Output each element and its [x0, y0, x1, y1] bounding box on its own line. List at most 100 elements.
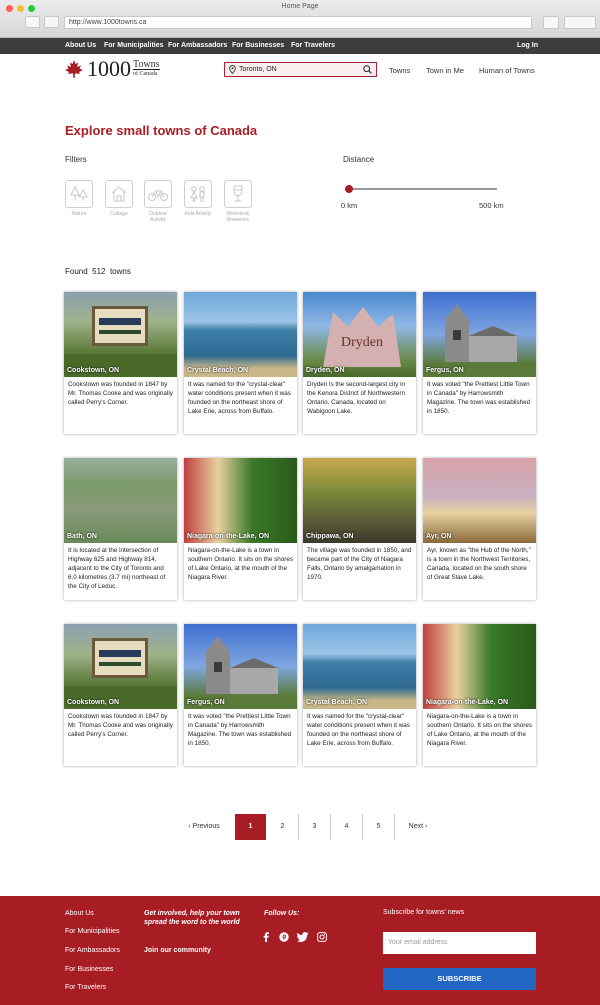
town-name: Dryden, ON — [306, 367, 345, 374]
divider — [394, 814, 395, 840]
page-3-button[interactable]: 3 — [299, 814, 330, 840]
filter-kids-label: Kids Activity — [184, 211, 212, 217]
share-button[interactable] — [543, 16, 559, 29]
town-name: Cookstown, ON — [67, 699, 120, 706]
join-community-link[interactable]: Join our community — [144, 947, 211, 954]
town-description: It was named for the "crystal-clear" wat… — [307, 713, 410, 747]
footer-link-municipalities[interactable]: For Municipalities — [65, 928, 119, 935]
filter-wineries-breweries[interactable]: Wineries& Breweries — [224, 180, 252, 223]
wine-glass-icon — [233, 185, 243, 202]
town-photo: Bath, ON — [64, 458, 177, 543]
town-card[interactable]: Cookstown, ON Cookstown was founded in 1… — [64, 292, 177, 434]
forward-button[interactable] — [44, 16, 59, 28]
footer-link-ambassadors[interactable]: For Ambassadors — [65, 947, 120, 954]
town-name: Fergus, ON — [426, 367, 464, 374]
instagram-icon[interactable] — [317, 932, 327, 942]
follow-us-label: Follow Us: — [264, 910, 300, 917]
window-title: Home Page — [281, 3, 319, 10]
town-photo: Cookstown, ON — [64, 292, 177, 377]
town-card[interactable]: Cookstown, ON Cookstown was founded in 1… — [64, 624, 177, 766]
town-description: Ayr, known as "the Hub of the North," is… — [427, 547, 531, 581]
site-logo[interactable]: 1000 Towns of Canada — [64, 58, 160, 80]
topnav-about-us[interactable]: About Us — [65, 38, 96, 54]
location-search-input[interactable]: Toronto, ON — [224, 62, 377, 77]
distance-label: Distance — [343, 155, 375, 164]
previous-page-button[interactable]: ‹ Previous — [184, 814, 224, 840]
tabs-button[interactable] — [564, 16, 596, 29]
svg-text:Dryden: Dryden — [341, 335, 383, 350]
page-1-button[interactable]: 1 — [235, 814, 266, 840]
town-photo: Crystal Beach, ON — [184, 292, 297, 377]
town-card[interactable]: Dryden Dryden, ON Dryden is the second-l… — [303, 292, 416, 434]
topnav-for-businesses[interactable]: For Businesses — [232, 38, 284, 54]
nav-towns[interactable]: Towns — [389, 66, 410, 75]
town-card[interactable]: Niagara-on-the-Lake, ON Niagara-on-the-L… — [184, 458, 297, 600]
town-card[interactable]: Chippawa, ON The village was founded in … — [303, 458, 416, 600]
town-card[interactable]: Fergus, ON It was voted "the Prettiest L… — [184, 624, 297, 766]
distance-slider-handle[interactable] — [345, 185, 353, 193]
distance-slider-track[interactable] — [349, 188, 497, 190]
logo-text: Towns of Canada — [133, 59, 160, 78]
page-4-button[interactable]: 4 — [331, 814, 362, 840]
footer-link-travelers[interactable]: For Travelers — [65, 984, 106, 991]
town-description: The village was founded in 1850, and bec… — [307, 547, 412, 581]
login-link[interactable]: Log In — [517, 38, 538, 54]
town-card[interactable]: Crystal Beach, ON It was named for the "… — [303, 624, 416, 766]
town-description: It is located at the intersection of Hig… — [68, 547, 166, 590]
town-name: Niagara-on-the-Lake, ON — [187, 533, 270, 540]
previous-label: Previous — [192, 823, 220, 830]
town-name: Crystal Beach, ON — [187, 367, 249, 374]
filter-outdoor-activity[interactable]: Outdoor Activity — [144, 180, 172, 223]
location-pin-icon — [229, 65, 236, 74]
town-photo: Niagara-on-the-Lake, ON — [184, 458, 297, 543]
town-card[interactable]: Niagara-on-the-Lake, ON Niagara-on-the-L… — [423, 624, 536, 766]
nav-town-in-me[interactable]: Town in Me — [426, 66, 464, 75]
subscribe-button[interactable]: SUBSCRIBE — [383, 968, 536, 990]
found-prefix: Found — [65, 267, 88, 276]
town-photo: Cookstown, ON — [64, 624, 177, 709]
dryden-sign-image: Dryden — [323, 307, 401, 367]
trees-icon — [70, 185, 88, 201]
topnav-for-travelers[interactable]: For Travelers — [291, 38, 335, 54]
facebook-icon[interactable] — [262, 932, 270, 942]
email-input[interactable]: Your email address — [383, 932, 536, 954]
found-count: 512 — [92, 267, 106, 276]
town-name: Ayr, ON — [426, 533, 452, 540]
town-description: Cookstown was founded in 1847 by Mr. Tho… — [68, 381, 173, 406]
topnav-for-municipalities[interactable]: For Municipalities — [104, 38, 164, 54]
chevron-right-icon: › — [425, 823, 428, 830]
town-card[interactable]: Ayr, ON Ayr, known as "the Hub of the No… — [423, 458, 536, 600]
stone-building-image — [445, 304, 517, 362]
footer-link-businesses[interactable]: For Businesses — [65, 966, 113, 973]
town-sign-image — [64, 638, 177, 709]
bicycle-icon — [148, 190, 168, 201]
town-name: Bath, ON — [67, 533, 97, 540]
filter-kids-activity[interactable]: Kids Activity — [184, 180, 212, 217]
page-5-button[interactable]: 5 — [363, 814, 394, 840]
pinterest-icon[interactable] — [279, 932, 289, 942]
town-description: Cookstown was founded in 1847 by Mr. Tho… — [68, 713, 173, 738]
town-card[interactable]: Fergus, ON It was voted "the Prettiest L… — [423, 292, 536, 434]
back-button[interactable] — [25, 16, 40, 28]
site-footer: About Us For Municipalities For Ambassad… — [0, 896, 600, 1005]
footer-link-about-us[interactable]: About Us — [65, 910, 94, 917]
distance-min-label: 0 km — [341, 201, 358, 210]
twitter-icon[interactable] — [297, 932, 309, 942]
filter-cottage[interactable]: Cottage — [105, 180, 133, 217]
nav-human-of-towns[interactable]: Human of Towns — [479, 66, 535, 75]
pagination: ‹ Previous 1 2 3 4 5 Next › — [0, 814, 600, 840]
search-value: Toronto, ON — [239, 66, 277, 73]
town-card[interactable]: Crystal Beach, ON It was named for the "… — [184, 292, 297, 434]
chevron-left-icon: ‹ — [188, 823, 191, 830]
topnav-for-ambassadors[interactable]: For Ambassadors — [168, 38, 227, 54]
town-card[interactable]: Bath, ON It is located at the intersecti… — [64, 458, 177, 600]
filter-nature[interactable]: Nature — [65, 180, 93, 217]
address-bar[interactable]: http://www.1000towns.ca — [64, 16, 532, 29]
town-photo: Chippawa, ON — [303, 458, 416, 543]
page-2-button[interactable]: 2 — [267, 814, 298, 840]
found-suffix: towns — [109, 267, 131, 276]
search-icon[interactable] — [363, 65, 372, 74]
maple-leaf-icon — [65, 60, 83, 78]
town-photo: Ayr, ON — [423, 458, 536, 543]
next-page-button[interactable]: Next › — [400, 814, 436, 840]
